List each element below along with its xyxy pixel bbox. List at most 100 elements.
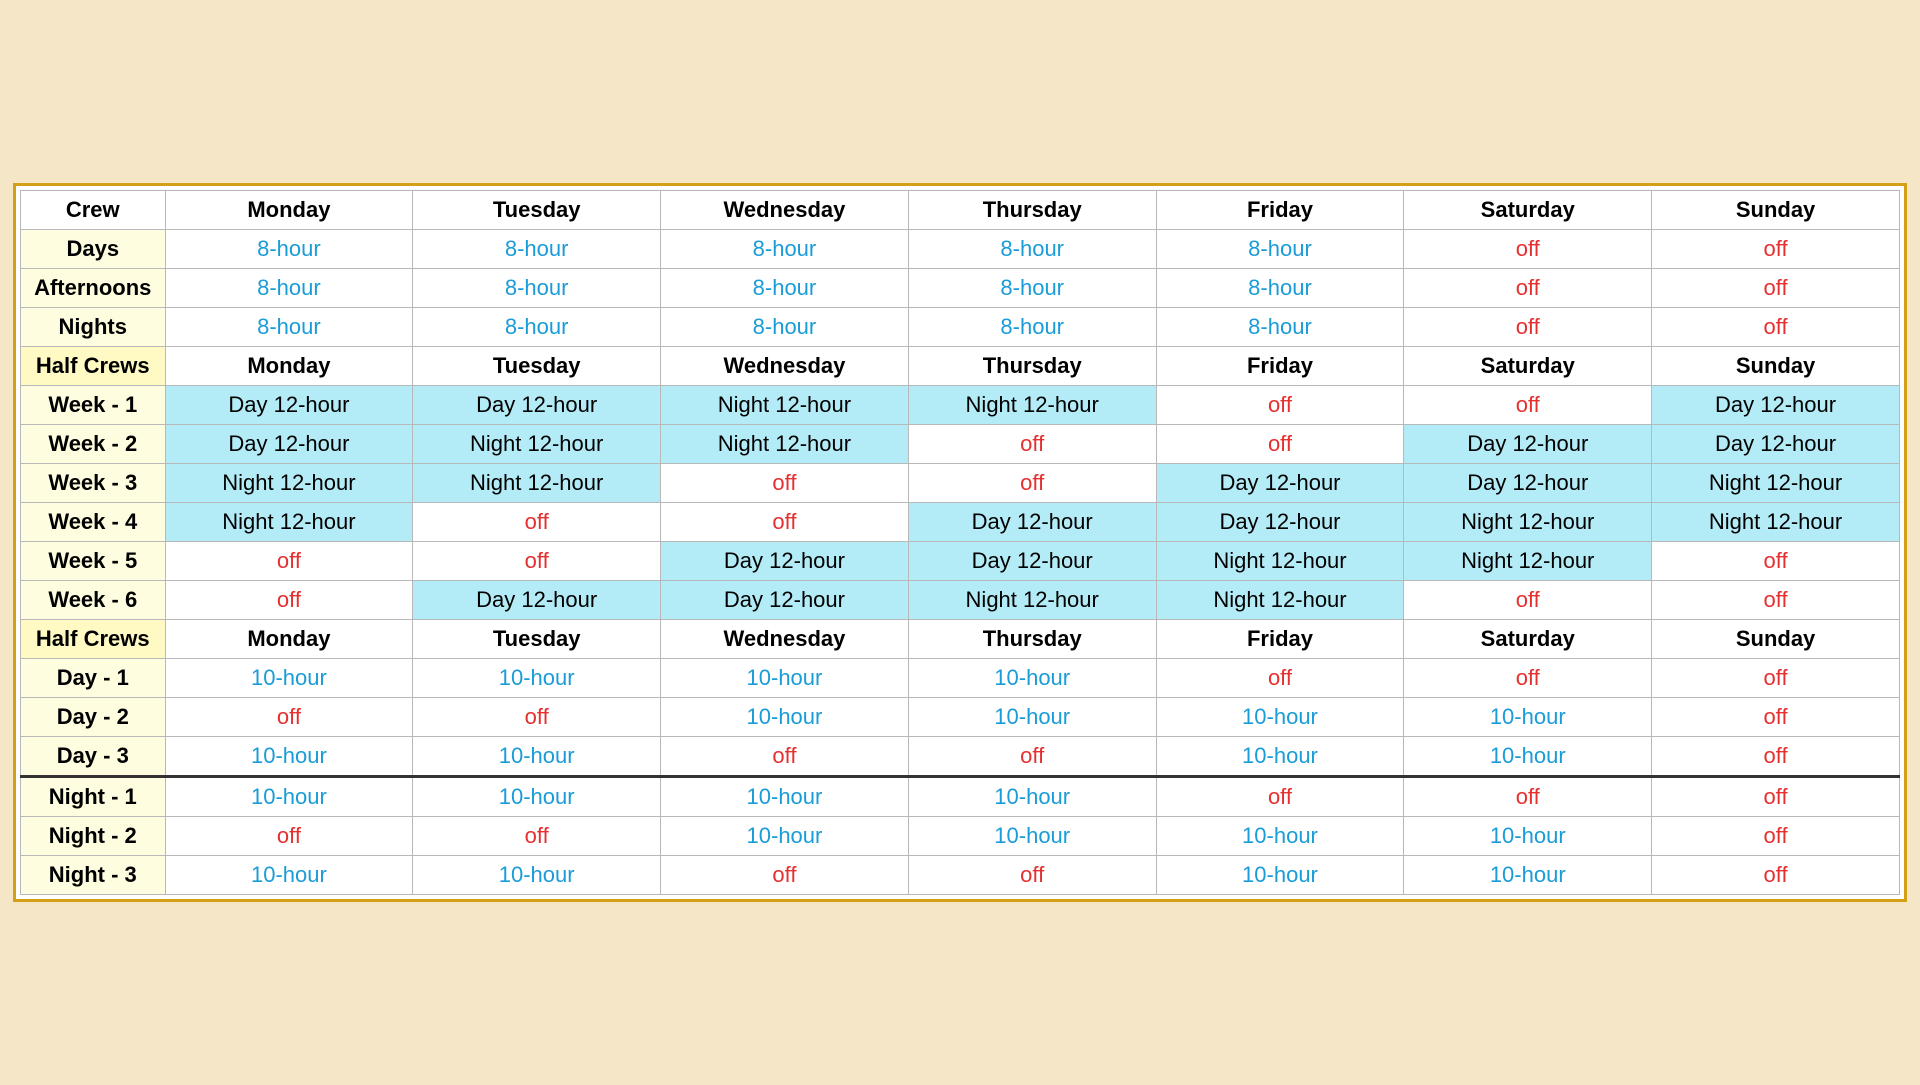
week3-tue: Night 12-hour bbox=[413, 464, 661, 503]
day2-sun: off bbox=[1652, 698, 1900, 737]
row-label-night3: Night - 3 bbox=[21, 856, 166, 895]
header-sun: Sunday bbox=[1652, 191, 1900, 230]
day1-thu: 10-hour bbox=[908, 659, 1156, 698]
header-fri: Friday bbox=[1156, 191, 1404, 230]
week2-tue: Night 12-hour bbox=[413, 425, 661, 464]
day1-sun: off bbox=[1652, 659, 1900, 698]
days-wed: 8-hour bbox=[661, 230, 909, 269]
nights-fri: 8-hour bbox=[1156, 308, 1404, 347]
night3-tue: 10-hour bbox=[413, 856, 661, 895]
day3-wed: off bbox=[661, 737, 909, 777]
night2-fri: 10-hour bbox=[1156, 817, 1404, 856]
header2-wed: Wednesday bbox=[661, 347, 909, 386]
header3-tue: Tuesday bbox=[413, 620, 661, 659]
afternoons-fri: 8-hour bbox=[1156, 269, 1404, 308]
header-sat: Saturday bbox=[1404, 191, 1652, 230]
afternoons-thu: 8-hour bbox=[908, 269, 1156, 308]
header2-mon: Monday bbox=[165, 347, 413, 386]
nights-thu: 8-hour bbox=[908, 308, 1156, 347]
afternoons-sat: off bbox=[1404, 269, 1652, 308]
header3-sat: Saturday bbox=[1404, 620, 1652, 659]
row-label-week4: Week - 4 bbox=[21, 503, 166, 542]
week3-sat: Day 12-hour bbox=[1404, 464, 1652, 503]
week1-sat: off bbox=[1404, 386, 1652, 425]
row-label-days: Days bbox=[21, 230, 166, 269]
day3-fri: 10-hour bbox=[1156, 737, 1404, 777]
header3-mon: Monday bbox=[165, 620, 413, 659]
table-row: Day - 1 10-hour 10-hour 10-hour 10-hour … bbox=[21, 659, 1900, 698]
week6-sun: off bbox=[1652, 581, 1900, 620]
night2-sat: 10-hour bbox=[1404, 817, 1652, 856]
days-sat: off bbox=[1404, 230, 1652, 269]
row-label-day2: Day - 2 bbox=[21, 698, 166, 737]
night1-sat: off bbox=[1404, 777, 1652, 817]
night2-tue: off bbox=[413, 817, 661, 856]
week3-fri: Day 12-hour bbox=[1156, 464, 1404, 503]
night3-thu: off bbox=[908, 856, 1156, 895]
day2-wed: 10-hour bbox=[661, 698, 909, 737]
day1-wed: 10-hour bbox=[661, 659, 909, 698]
day2-sat: 10-hour bbox=[1404, 698, 1652, 737]
week3-mon: Night 12-hour bbox=[165, 464, 413, 503]
nights-sun: off bbox=[1652, 308, 1900, 347]
nights-wed: 8-hour bbox=[661, 308, 909, 347]
header3-crew: Half Crews bbox=[21, 620, 166, 659]
night1-tue: 10-hour bbox=[413, 777, 661, 817]
day1-tue: 10-hour bbox=[413, 659, 661, 698]
week1-wed: Night 12-hour bbox=[661, 386, 909, 425]
night2-thu: 10-hour bbox=[908, 817, 1156, 856]
day3-tue: 10-hour bbox=[413, 737, 661, 777]
table-row: Night - 3 10-hour 10-hour off off 10-hou… bbox=[21, 856, 1900, 895]
night2-wed: 10-hour bbox=[661, 817, 909, 856]
row-label-week3: Week - 3 bbox=[21, 464, 166, 503]
half-crews-header-row2: Half Crews Monday Tuesday Wednesday Thur… bbox=[21, 620, 1900, 659]
header2-sun: Sunday bbox=[1652, 347, 1900, 386]
table-row: Week - 1 Day 12-hour Day 12-hour Night 1… bbox=[21, 386, 1900, 425]
nights-tue: 8-hour bbox=[413, 308, 661, 347]
week2-mon: Day 12-hour bbox=[165, 425, 413, 464]
week4-tue: off bbox=[413, 503, 661, 542]
table-row: Day - 2 off off 10-hour 10-hour 10-hour … bbox=[21, 698, 1900, 737]
day2-thu: 10-hour bbox=[908, 698, 1156, 737]
days-sun: off bbox=[1652, 230, 1900, 269]
week2-thu: off bbox=[908, 425, 1156, 464]
row-label-week6: Week - 6 bbox=[21, 581, 166, 620]
header-wed: Wednesday bbox=[661, 191, 909, 230]
days-tue: 8-hour bbox=[413, 230, 661, 269]
afternoons-mon: 8-hour bbox=[165, 269, 413, 308]
week2-sat: Day 12-hour bbox=[1404, 425, 1652, 464]
night3-wed: off bbox=[661, 856, 909, 895]
days-mon: 8-hour bbox=[165, 230, 413, 269]
row-label-week5: Week - 5 bbox=[21, 542, 166, 581]
week2-sun: Day 12-hour bbox=[1652, 425, 1900, 464]
week3-sun: Night 12-hour bbox=[1652, 464, 1900, 503]
week1-mon: Day 12-hour bbox=[165, 386, 413, 425]
table-row: Nights 8-hour 8-hour 8-hour 8-hour 8-hou… bbox=[21, 308, 1900, 347]
afternoons-sun: off bbox=[1652, 269, 1900, 308]
table-row: Week - 3 Night 12-hour Night 12-hour off… bbox=[21, 464, 1900, 503]
night3-sun: off bbox=[1652, 856, 1900, 895]
day2-mon: off bbox=[165, 698, 413, 737]
main-header-row: Crew Monday Tuesday Wednesday Thursday F… bbox=[21, 191, 1900, 230]
table-row: Week - 6 off Day 12-hour Day 12-hour Nig… bbox=[21, 581, 1900, 620]
night1-wed: 10-hour bbox=[661, 777, 909, 817]
afternoons-tue: 8-hour bbox=[413, 269, 661, 308]
header3-sun: Sunday bbox=[1652, 620, 1900, 659]
row-label-week2: Week - 2 bbox=[21, 425, 166, 464]
week4-sun: Night 12-hour bbox=[1652, 503, 1900, 542]
header2-fri: Friday bbox=[1156, 347, 1404, 386]
row-label-nights: Nights bbox=[21, 308, 166, 347]
night3-sat: 10-hour bbox=[1404, 856, 1652, 895]
week2-wed: Night 12-hour bbox=[661, 425, 909, 464]
table-row: Week - 2 Day 12-hour Night 12-hour Night… bbox=[21, 425, 1900, 464]
week5-wed: Day 12-hour bbox=[661, 542, 909, 581]
table-row: Night - 2 off off 10-hour 10-hour 10-hou… bbox=[21, 817, 1900, 856]
week3-wed: off bbox=[661, 464, 909, 503]
header3-thu: Thursday bbox=[908, 620, 1156, 659]
day1-mon: 10-hour bbox=[165, 659, 413, 698]
header-thu: Thursday bbox=[908, 191, 1156, 230]
schedule-table: Crew Monday Tuesday Wednesday Thursday F… bbox=[20, 190, 1900, 895]
row-label-day1: Day - 1 bbox=[21, 659, 166, 698]
header-crew: Crew bbox=[21, 191, 166, 230]
header-tue: Tuesday bbox=[413, 191, 661, 230]
